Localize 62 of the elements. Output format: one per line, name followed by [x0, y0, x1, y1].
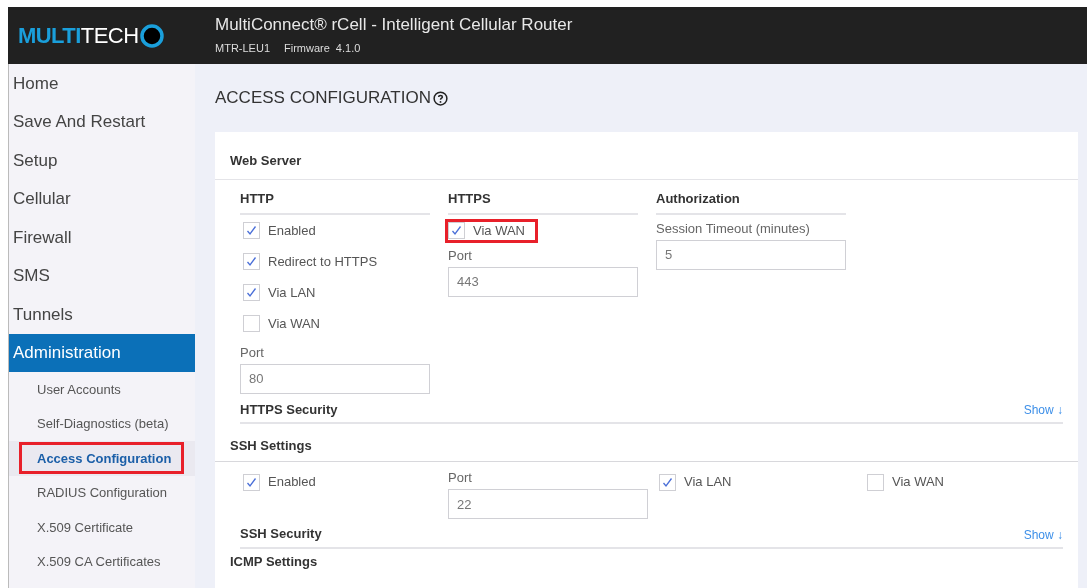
checkbox-option[interactable]: Redirect to HTTPS	[240, 249, 391, 274]
checkbox[interactable]	[243, 222, 260, 239]
field-label: Port	[240, 344, 265, 361]
text-field[interactable]: 22	[448, 489, 648, 519]
check-icon	[451, 225, 462, 236]
field-label: Port	[448, 470, 473, 486]
checkbox-option[interactable]: Enabled	[240, 218, 329, 243]
checkbox[interactable]	[243, 473, 260, 491]
show-link[interactable]: Show ↓	[1023, 401, 1063, 419]
nav-subitem[interactable]: Self-Diagnostics (beta)	[19, 407, 182, 440]
text-field[interactable]: 80	[240, 363, 430, 394]
column-heading: Authorization	[656, 189, 846, 215]
check-icon	[246, 287, 257, 298]
column-heading: HTTPS	[448, 189, 638, 215]
subsection-heading: HTTPS Security	[240, 400, 338, 419]
checkbox[interactable]	[867, 473, 884, 491]
text-field[interactable]: 5	[656, 239, 846, 270]
checkbox-option[interactable]: Enabled	[240, 470, 329, 494]
nav-item[interactable]: Setup	[9, 141, 195, 180]
nav-item[interactable]: SMS	[9, 256, 195, 295]
nav-item[interactable]: Save And Restart	[9, 102, 195, 141]
nav-item[interactable]: Firewall	[9, 218, 195, 257]
checkbox[interactable]	[243, 284, 260, 301]
nav-item[interactable]: Tunnels	[9, 295, 195, 334]
check-icon	[246, 256, 257, 267]
checkbox-option[interactable]: Via WAN	[864, 470, 957, 494]
field-label: Session Timeout (minutes)	[656, 220, 811, 237]
nav-item[interactable]: Home	[9, 64, 195, 103]
checkbox[interactable]	[448, 222, 465, 239]
checkbox-option[interactable]: Via WAN	[445, 218, 538, 243]
nav-item[interactable]: Cellular	[9, 179, 195, 218]
firmware-version: 4.1.0	[335, 41, 361, 57]
checkbox-option[interactable]: Via LAN	[656, 470, 745, 494]
help-icon[interactable]	[433, 90, 448, 106]
page-title: ACCESS CONFIGURATION	[215, 87, 431, 110]
ring-icon	[139, 23, 164, 48]
checkbox[interactable]	[243, 253, 260, 270]
model-name: MTR-LEU1	[215, 41, 270, 57]
window-title: MultiConnect® rCell - Intelligent Cellular Router	[215, 14, 573, 37]
section-heading: SSH Settings	[230, 438, 312, 453]
nav-item[interactable]: Administration	[9, 333, 195, 372]
section-heading: ICMP Settings	[230, 553, 318, 569]
checkbox-option[interactable]: Via WAN	[240, 311, 333, 336]
check-icon	[246, 476, 257, 488]
nav-subitem[interactable]: User Accounts	[19, 373, 134, 406]
show-link[interactable]: Show ↓	[1023, 525, 1063, 544]
text-field[interactable]: 443	[448, 266, 638, 297]
nav-subitem[interactable]: RADIUS Configuration	[19, 476, 181, 509]
firmware-label: Firmware	[284, 41, 330, 57]
checkbox[interactable]	[243, 315, 260, 332]
checkbox[interactable]	[659, 473, 676, 491]
checkbox-option[interactable]: Via LAN	[240, 280, 329, 305]
field-label: Port	[448, 247, 473, 264]
subsection-heading: SSH Security	[240, 525, 322, 543]
check-icon	[246, 225, 257, 236]
column-heading: HTTP	[240, 189, 430, 215]
nav-subitem[interactable]: Access Configuration	[19, 442, 185, 475]
check-icon	[662, 476, 673, 488]
nav-subitem[interactable]: X.509 CA Certificates	[19, 545, 174, 578]
nav-subitem[interactable]: X.509 Certificate	[19, 511, 147, 544]
multitech-logo: MULTITECH	[8, 19, 195, 52]
section-heading: Web Server	[230, 153, 302, 168]
